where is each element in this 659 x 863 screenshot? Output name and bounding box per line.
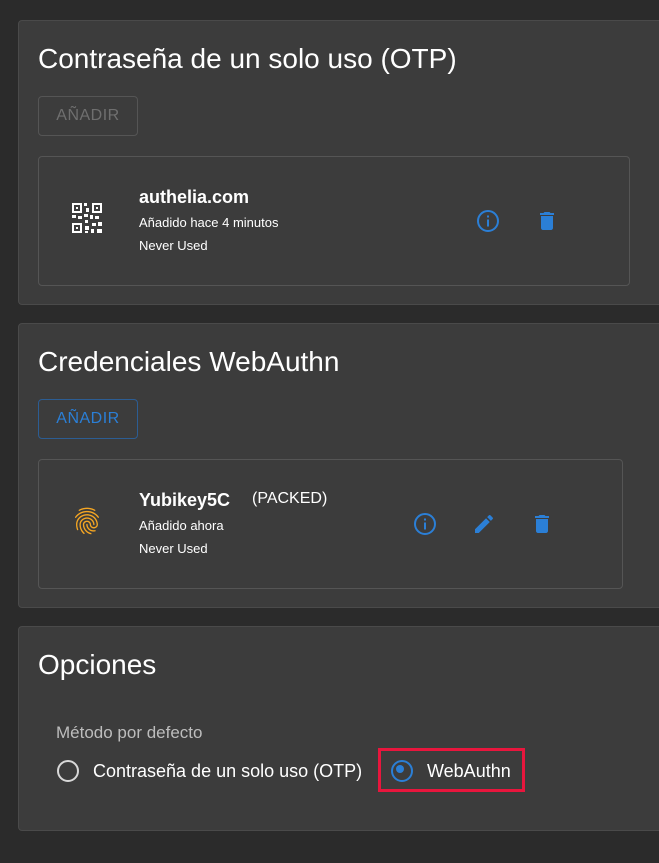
radio-unchecked-icon[interactable] bbox=[57, 760, 79, 782]
otp-info-button[interactable] bbox=[473, 206, 503, 236]
webauthn-credential-added: Añadido ahora bbox=[139, 518, 224, 533]
otp-delete-button[interactable] bbox=[532, 206, 562, 236]
options-panel: Opciones Método por defecto Contraseña d… bbox=[18, 626, 659, 831]
fingerprint-icon bbox=[71, 503, 103, 539]
info-icon bbox=[414, 513, 436, 535]
webauthn-edit-button[interactable] bbox=[469, 509, 499, 539]
trash-icon bbox=[540, 212, 554, 230]
webauthn-info-button[interactable] bbox=[410, 509, 440, 539]
qr-code-icon bbox=[71, 202, 103, 234]
webauthn-credential-card: Yubikey5C (PACKED) Añadido ahora Never U… bbox=[38, 459, 623, 589]
webauthn-credential-last-used: Never Used bbox=[139, 541, 208, 556]
otp-panel: Contraseña de un solo uso (OTP) AÑADIR a… bbox=[18, 20, 659, 305]
info-icon bbox=[477, 210, 499, 232]
webauthn-credential-name: Yubikey5C bbox=[139, 490, 231, 510]
otp-credential-name: authelia.com bbox=[139, 187, 250, 207]
otp-credential-last-used: Never Used bbox=[139, 238, 208, 253]
selection-highlight bbox=[378, 748, 525, 792]
webauthn-add-button[interactable]: AÑADIR bbox=[38, 399, 138, 439]
otp-credential-added: Añadido hace 4 minutos bbox=[139, 215, 279, 230]
method-option-otp[interactable]: Contraseña de un solo uso (OTP) bbox=[57, 760, 362, 782]
default-method-label: Método por defecto bbox=[56, 723, 203, 742]
otp-credential-card: authelia.com Añadido hace 4 minutos Neve… bbox=[38, 156, 630, 286]
webauthn-credential-type: (PACKED) bbox=[252, 490, 328, 507]
method-option-otp-label: Contraseña de un solo uso (OTP) bbox=[93, 760, 363, 781]
webauthn-panel-title: Credenciales WebAuthn bbox=[38, 346, 340, 377]
options-panel-title: Opciones bbox=[38, 649, 157, 680]
trash-icon bbox=[535, 515, 549, 533]
pencil-icon bbox=[475, 514, 494, 533]
otp-add-button[interactable]: AÑADIR bbox=[38, 96, 138, 136]
webauthn-panel: Credenciales WebAuthn AÑADIR Yubikey5C (… bbox=[18, 323, 659, 608]
otp-panel-title: Contraseña de un solo uso (OTP) bbox=[38, 43, 457, 74]
webauthn-delete-button[interactable] bbox=[527, 509, 557, 539]
